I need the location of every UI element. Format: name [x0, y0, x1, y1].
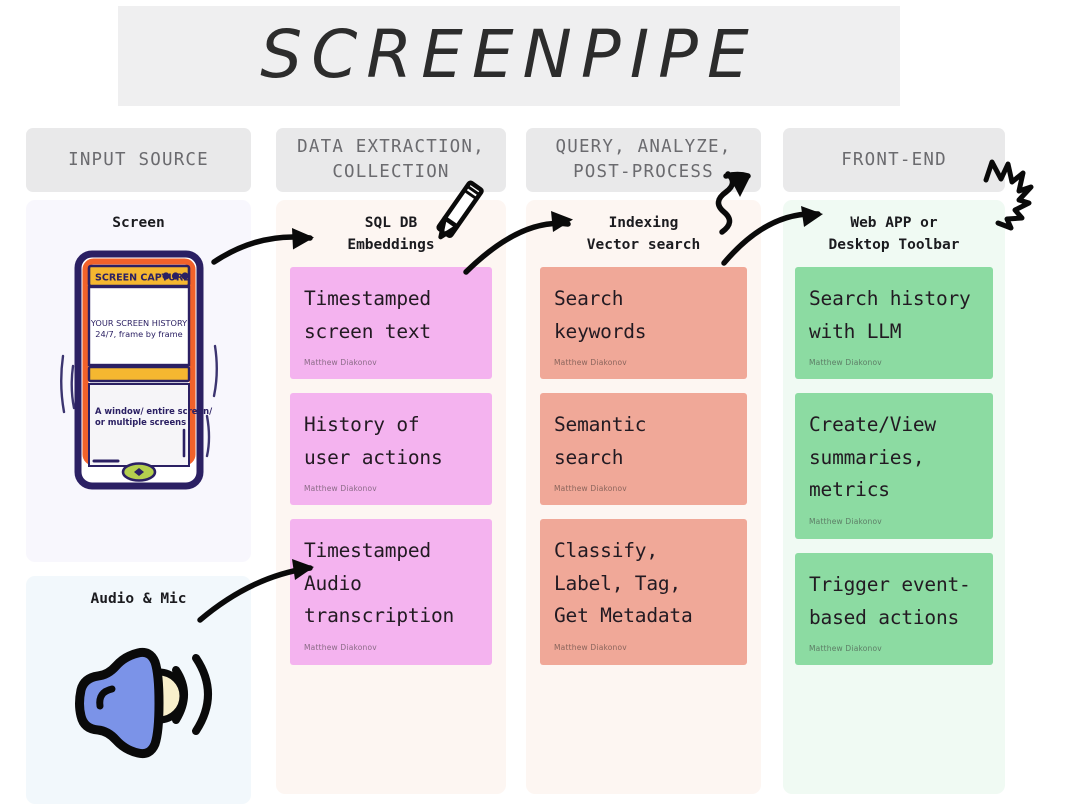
panel-query-analyze: Indexing Vector search Search keywords M…	[526, 200, 761, 794]
card-title-line1: Search	[554, 286, 624, 310]
svg-text:24/7, frame by frame: 24/7, frame by frame	[95, 329, 182, 339]
column-header-data-extraction: DATA EXTRACTION, COLLECTION	[276, 128, 506, 192]
card-title-line1: Create/View	[809, 412, 936, 436]
panel-query-subtitle-line1: Indexing	[608, 215, 679, 231]
column-front-end: FRONT-END Web APP or Desktop Toolbar Sea…	[783, 128, 1005, 794]
card-title-line2: with LLM	[809, 319, 902, 343]
speaker-sound-icon	[56, 630, 231, 760]
card-author: Matthew Diakonov	[554, 643, 627, 653]
svg-text:or multiple screens: or multiple screens	[95, 417, 186, 427]
panel-screen: Screen SCREEN CAPTURE YOUR SCREEN HISTOR…	[26, 200, 251, 562]
card-create-view-summaries[interactable]: Create/View summaries, metrics Matthew D…	[795, 392, 993, 539]
card-author: Matthew Diakonov	[809, 517, 882, 527]
card-author: Matthew Diakonov	[554, 484, 627, 494]
column-query-analyze: QUERY, ANALYZE, POST-PROCESS Indexing Ve…	[526, 128, 761, 794]
card-title-line1: Timestamped	[304, 538, 431, 562]
column-header-label-line2: POST-PROCESS	[573, 162, 714, 182]
card-classify-label-tag[interactable]: Classify, Label, Tag, Get Metadata Matth…	[540, 518, 747, 665]
card-title-line1: Semantic	[554, 412, 647, 436]
card-title-line2: Label, Tag,	[554, 571, 681, 595]
page-title: SCREENPIPE	[260, 16, 757, 93]
card-timestamped-screen-text[interactable]: Timestamped screen text Matthew Diakonov	[290, 266, 492, 379]
column-header-label-line1: DATA EXTRACTION,	[297, 137, 485, 158]
card-author: Matthew Diakonov	[809, 644, 882, 654]
card-search-keywords[interactable]: Search keywords Matthew Diakonov	[540, 266, 747, 379]
card-title-line1: Classify,	[554, 538, 658, 562]
card-author: Matthew Diakonov	[809, 358, 882, 368]
column-header-label: INPUT SOURCE	[68, 149, 209, 170]
card-timestamped-audio-transcription[interactable]: Timestamped Audio transcription Matthew …	[290, 518, 492, 665]
column-header-front-end: FRONT-END	[783, 128, 1005, 192]
card-title-line1: Search history	[809, 286, 971, 310]
title-banner: SCREENPIPE	[118, 6, 900, 106]
screen-capture-window-icon: SCREEN CAPTURE YOUR SCREEN HISTORY 24/7,…	[56, 248, 222, 498]
card-author: Matthew Diakonov	[304, 643, 377, 653]
card-author: Matthew Diakonov	[304, 358, 377, 368]
card-title-line2: summaries,	[809, 445, 925, 469]
card-title-line2: user actions	[304, 445, 443, 469]
panel-audio: Audio & Mic	[26, 576, 251, 804]
panel-audio-subtitle: Audio & Mic	[90, 591, 187, 607]
card-title-line1: History of	[304, 412, 420, 436]
column-data-extraction: DATA EXTRACTION, COLLECTION SQL DB Embed…	[276, 128, 506, 794]
panel-front-end: Web APP or Desktop Toolbar Search histor…	[783, 200, 1005, 794]
app-title-handwritten: SCREENPIPE	[260, 16, 757, 93]
panel-screen-subtitle: Screen	[112, 215, 165, 231]
card-title-line2: based actions	[809, 605, 960, 629]
card-title-line1: Timestamped	[304, 286, 431, 310]
column-header-label-line2: COLLECTION	[332, 162, 450, 182]
panel-query-subtitle-line2: Vector search	[586, 237, 701, 254]
svg-text:YOUR SCREEN HISTORY: YOUR SCREEN HISTORY	[90, 318, 188, 328]
column-header-label-line1: QUERY, ANALYZE,	[555, 137, 732, 158]
panel-front-subtitle: Web APP or Desktop Toolbar	[795, 200, 993, 267]
panel-query-subtitle: Indexing Vector search	[540, 200, 747, 267]
column-header-input-source: INPUT SOURCE	[26, 128, 251, 192]
card-title-line2: screen text	[304, 319, 431, 343]
column-input-source: INPUT SOURCE Screen SCREEN CAPTURE YOUR …	[26, 128, 251, 804]
card-semantic-search[interactable]: Semantic search Matthew Diakonov	[540, 392, 747, 505]
card-author: Matthew Diakonov	[554, 358, 627, 368]
column-header-label: FRONT-END	[841, 149, 947, 170]
column-header-query-analyze: QUERY, ANALYZE, POST-PROCESS	[526, 128, 761, 192]
panel-data-subtitle: SQL DB Embeddings	[290, 200, 492, 267]
card-title-line2: keywords	[554, 319, 647, 343]
panel-data-subtitle-line1: SQL DB	[364, 215, 418, 231]
card-title-line3: Get Metadata	[554, 604, 693, 628]
panel-data-extraction: SQL DB Embeddings Timestamped screen tex…	[276, 200, 506, 794]
card-title-line3: metrics	[809, 478, 890, 502]
card-title-line3: transcription	[304, 604, 455, 628]
card-title-line1: Trigger event-	[809, 572, 971, 596]
card-author: Matthew Diakonov	[304, 484, 377, 494]
card-search-history-with-llm[interactable]: Search history with LLM Matthew Diakonov	[795, 266, 993, 379]
svg-text:A window/ entire screen/: A window/ entire screen/	[95, 406, 213, 416]
panel-data-subtitle-line2: Embeddings	[347, 237, 435, 254]
card-trigger-event-based-actions[interactable]: Trigger event- based actions Matthew Dia…	[795, 552, 993, 665]
card-history-of-user-actions[interactable]: History of user actions Matthew Diakonov	[290, 392, 492, 505]
card-title-line2: search	[554, 445, 624, 469]
panel-front-subtitle-line1: Web APP or	[850, 215, 938, 231]
card-title-line2: Audio	[304, 571, 362, 595]
panel-front-subtitle-line2: Desktop Toolbar	[828, 237, 960, 254]
